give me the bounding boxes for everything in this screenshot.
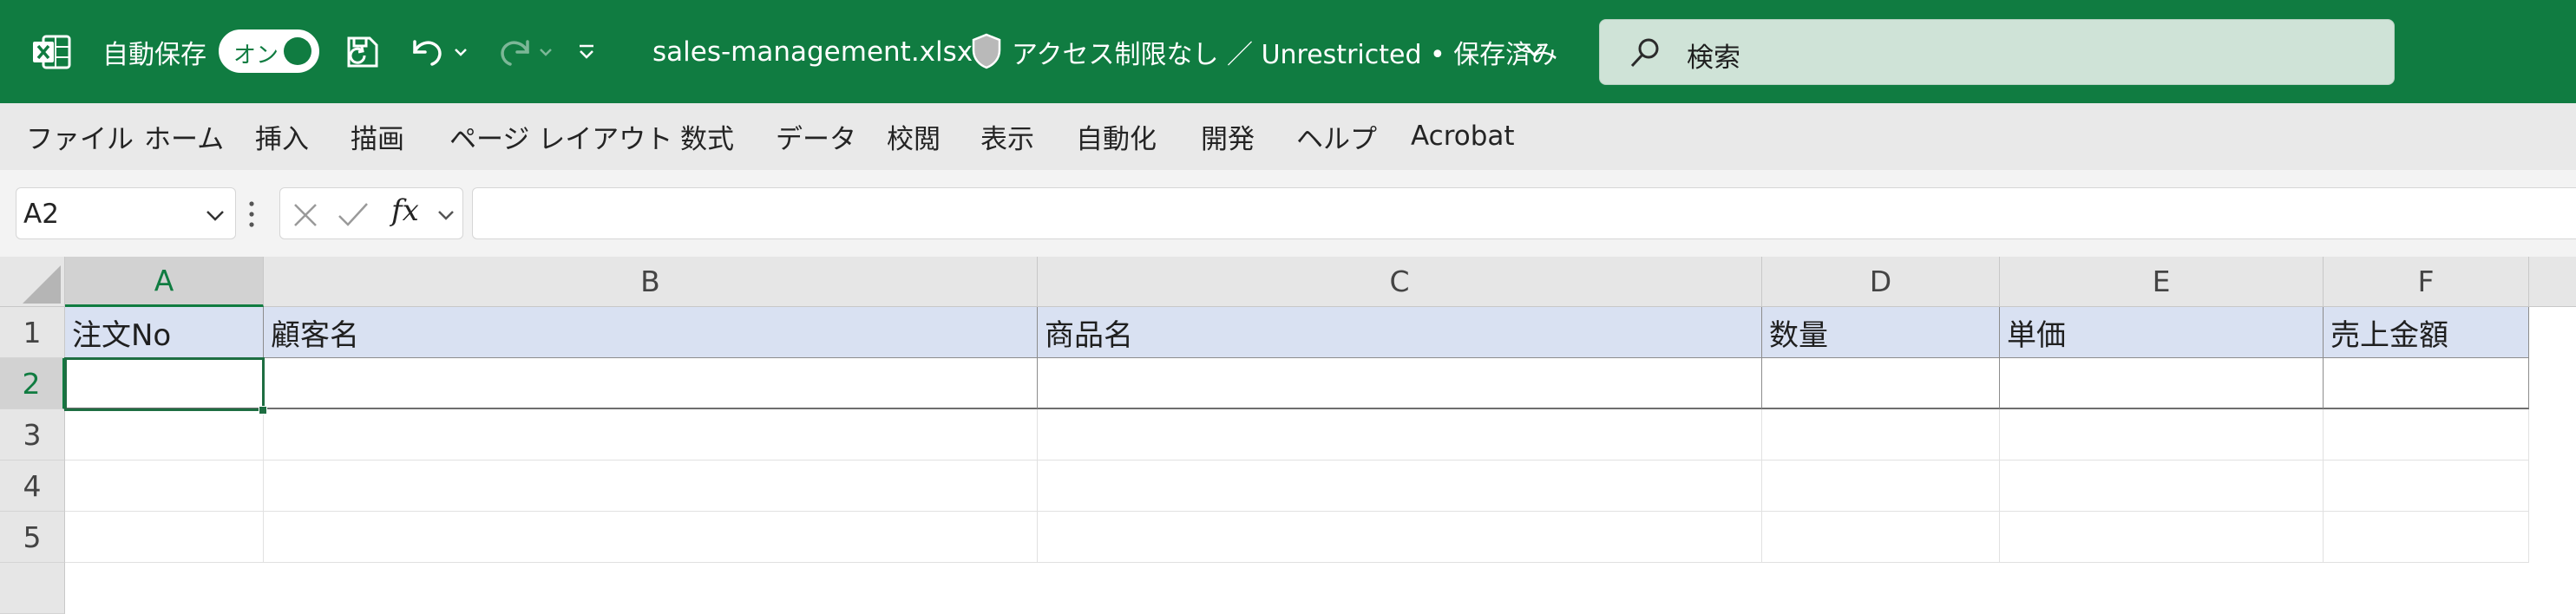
cell-c1[interactable]: 商品名 — [1038, 307, 1762, 358]
row-header-5[interactable]: 5 — [0, 512, 65, 563]
cell-b2[interactable] — [264, 358, 1038, 409]
tab-home[interactable]: ホーム — [144, 115, 224, 157]
row-header-1[interactable]: 1 — [0, 307, 65, 358]
cell-b4[interactable] — [264, 460, 1038, 512]
file-name[interactable]: sales-management.xlsx — [652, 33, 973, 71]
excel-logo-icon[interactable] — [31, 31, 73, 73]
cell-a3[interactable] — [65, 409, 264, 460]
column-header-a[interactable]: A — [65, 257, 264, 307]
select-all-button[interactable] — [0, 257, 65, 307]
fill-handle[interactable] — [259, 406, 267, 415]
more-options-icon[interactable] — [246, 199, 257, 229]
checkmark-icon[interactable] — [336, 199, 370, 232]
cell-f3[interactable] — [2324, 409, 2529, 460]
redo-dropdown-icon[interactable] — [538, 35, 555, 69]
title-bar: 自動保存 オン sales-management.xlsx アクセス制限なし ／… — [0, 0, 2576, 103]
sensitivity-label[interactable]: アクセス制限なし ／ Unrestricted • 保存済み — [1012, 33, 1557, 71]
column-header-b[interactable]: B — [264, 257, 1038, 307]
cell-c3[interactable] — [1038, 409, 1762, 460]
autosave-label: 自動保存 — [102, 40, 206, 70]
name-box[interactable]: A2 — [16, 187, 236, 239]
tab-acrobat[interactable]: Acrobat — [1411, 115, 1515, 157]
cell-c2[interactable] — [1038, 358, 1762, 409]
redo-icon[interactable] — [488, 26, 541, 78]
row-header-3[interactable]: 3 — [0, 409, 65, 460]
cell-e3[interactable] — [2000, 409, 2324, 460]
formula-input[interactable] — [472, 187, 2576, 239]
shield-icon — [970, 31, 1005, 71]
cell-a4[interactable] — [65, 460, 264, 512]
cell-b5[interactable] — [264, 512, 1038, 563]
cell-f1[interactable]: 売上金額 — [2324, 307, 2529, 358]
customize-toolbar-icon[interactable] — [576, 35, 602, 69]
autosave-toggle-label: オン — [233, 42, 279, 69]
tab-insert[interactable]: 挿入 — [255, 115, 309, 157]
cell-a1[interactable]: 注文No — [65, 307, 264, 358]
cell-c4[interactable] — [1038, 460, 1762, 512]
search-placeholder: 検索 — [1687, 42, 1740, 74]
cell-d5[interactable] — [1762, 512, 2000, 563]
chevron-down-icon[interactable] — [1524, 40, 1546, 62]
worksheet-grid: A B C D E F 1 2 3 4 5 注文No 顧客名 商品名 数量 単価… — [0, 257, 2576, 614]
column-header-f[interactable]: F — [2324, 257, 2529, 307]
cell-d4[interactable] — [1762, 460, 2000, 512]
tab-data[interactable]: データ — [776, 115, 856, 157]
cell-f2[interactable] — [2324, 358, 2529, 409]
toggle-knob — [284, 37, 311, 65]
chevron-down-icon[interactable] — [433, 202, 459, 228]
cell-b1[interactable]: 顧客名 — [264, 307, 1038, 358]
cell-f5[interactable] — [2324, 512, 2529, 563]
tab-help[interactable]: ヘルプ — [1296, 115, 1377, 157]
column-header-d[interactable]: D — [1762, 257, 2000, 307]
cell-b3[interactable] — [264, 409, 1038, 460]
tab-page-layout[interactable]: ページ レイアウト — [449, 115, 672, 157]
chevron-down-icon[interactable] — [200, 200, 230, 230]
tab-review[interactable]: 校閲 — [887, 115, 941, 157]
cancel-icon[interactable] — [289, 199, 322, 232]
search-box[interactable]: 検索 — [1599, 19, 2395, 85]
column-header-next[interactable] — [2529, 257, 2576, 307]
search-icon — [1628, 36, 1662, 70]
tab-formulas[interactable]: 数式 — [680, 115, 734, 157]
cell-e4[interactable] — [2000, 460, 2324, 512]
undo-dropdown-icon[interactable] — [453, 35, 470, 69]
cell-d2[interactable] — [1762, 358, 2000, 409]
tab-developer[interactable]: 開発 — [1201, 115, 1255, 157]
tab-automate[interactable]: 自動化 — [1076, 115, 1157, 157]
row-header-6[interactable] — [0, 563, 65, 614]
cell-f4[interactable] — [2324, 460, 2529, 512]
cell-e5[interactable] — [2000, 512, 2324, 563]
formula-buttons: fx — [279, 187, 463, 239]
cell-d1[interactable]: 数量 — [1762, 307, 2000, 358]
autosave-toggle[interactable]: オン — [219, 29, 319, 73]
name-box-value: A2 — [23, 199, 59, 230]
formula-bar: A2 fx — [0, 170, 2576, 257]
cell-e1[interactable]: 単価 — [2000, 307, 2324, 358]
row-header-4[interactable]: 4 — [0, 460, 65, 512]
undo-icon[interactable] — [401, 26, 455, 78]
save-sync-icon[interactable] — [340, 26, 385, 78]
column-header-c[interactable]: C — [1038, 257, 1762, 307]
row-header-2[interactable]: 2 — [0, 358, 65, 409]
cell-e2[interactable] — [2000, 358, 2324, 409]
ribbon-tab-bar: ファイル ホーム 挿入 描画 ページ レイアウト 数式 データ 校閲 表示 自動… — [0, 103, 2576, 170]
cell-c5[interactable] — [1038, 512, 1762, 563]
tab-file[interactable]: ファイル — [26, 115, 134, 157]
active-cell-selection[interactable] — [64, 357, 265, 411]
cell-a5[interactable] — [65, 512, 264, 563]
insert-function-button[interactable]: fx — [391, 193, 419, 228]
cell-d3[interactable] — [1762, 409, 2000, 460]
tab-draw[interactable]: 描画 — [351, 115, 404, 157]
column-header-e[interactable]: E — [2000, 257, 2324, 307]
tab-view[interactable]: 表示 — [980, 115, 1034, 157]
